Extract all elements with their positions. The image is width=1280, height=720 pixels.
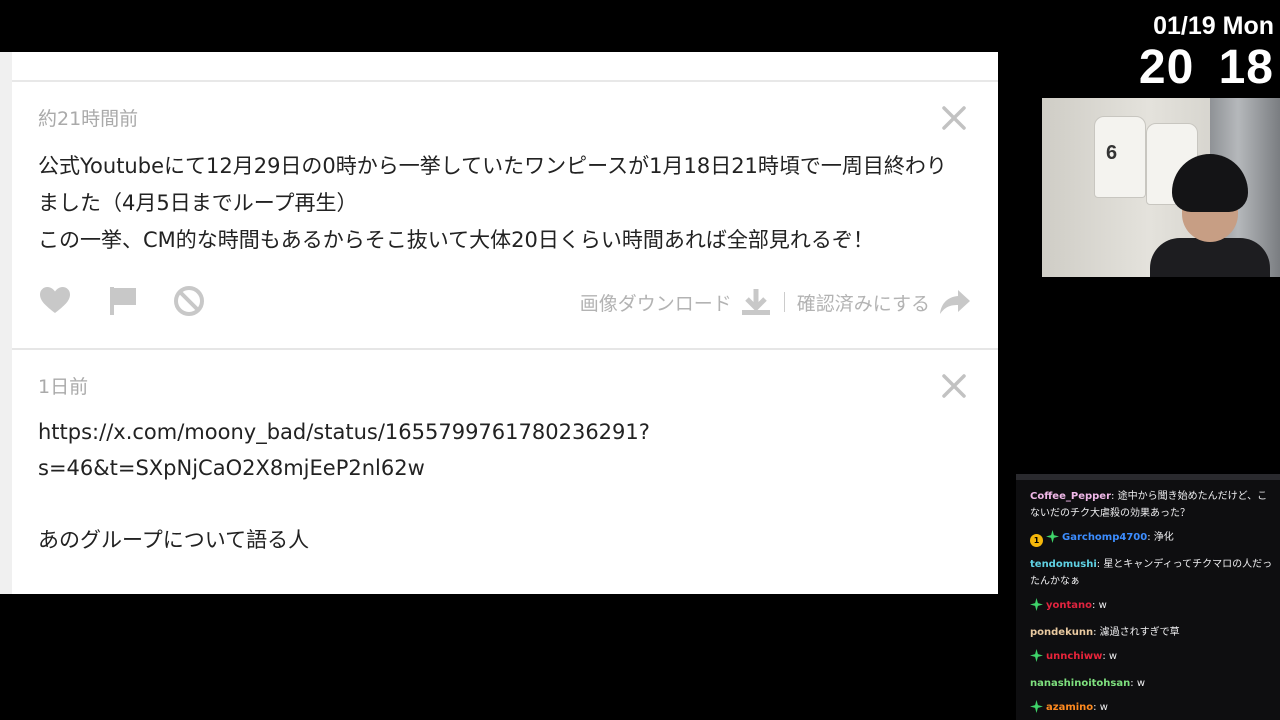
star-badge-icon [1030,700,1043,719]
chat-username[interactable]: yontano [1046,600,1092,611]
streamer-body [1150,238,1270,277]
chat-message: unnchiww: w [1030,648,1275,668]
chat-message: nanashinoitohsan: w [1030,675,1275,692]
browser-page: 約21時間前 公式Youtubeにて12月29日の0時から一挙していたワンピース… [0,52,998,594]
post-link[interactable]: s=46&t=SXpNjCaO2X8mjEeP2nl62w [38,450,978,486]
post-body: https://x.com/moony_bad/status/165579976… [38,414,978,558]
streamer-hair [1172,154,1248,212]
close-icon[interactable] [940,104,968,132]
image-download-link[interactable]: 画像ダウンロード [580,289,732,316]
chat-text: w [1099,702,1108,713]
heart-icon[interactable] [38,284,72,318]
chat-username[interactable]: tendomushi [1030,559,1097,570]
chat-message: azamino: w [1030,699,1275,719]
post-text-line: あのグループについて語る人 [38,528,310,552]
share-arrow-icon[interactable] [938,288,972,316]
webcam-feed: 6 [1042,98,1280,277]
webcam-jersey [1094,116,1146,198]
chat-text: w [1108,651,1118,662]
streamer [1150,154,1270,277]
subscriber-badge-icon: 1 [1030,534,1043,547]
previous-card-edge [12,52,998,82]
download-icon[interactable] [740,287,772,317]
action-divider [783,292,785,312]
post-action-links: 画像ダウンロード 確認済みにする [580,280,972,324]
post-text-line: この一挙、CM的な時間もあるからそこ抜いて大体20日くらい時間あれば全部見れるぞ… [38,228,874,252]
chat-message: pondekunn: 濾過されすぎで草 [1030,624,1275,641]
chat-username[interactable]: Coffee_Pepper [1030,491,1111,502]
chat-text: w [1136,678,1145,689]
post-text-line: ました（4月5日までループ再生） [38,191,358,215]
star-badge-icon [1046,530,1059,549]
chat-username[interactable]: unnchiww [1046,651,1102,662]
stream-chat: Coffee_Pepper: 途中から聞き始めたんだけど、こないだのチク大虐殺の… [1016,474,1280,720]
chat-text: 浄化 [1153,532,1174,543]
chat-message: 1 Garchomp4700: 浄化 [1030,529,1275,549]
post-text-line [38,486,978,522]
chat-message: yontano: w [1030,597,1275,617]
chat-username[interactable]: pondekunn [1030,627,1093,638]
chat-message: tendomushi: 星とキャンディってチクマロの人だったんかなぁ [1030,556,1275,590]
chat-username[interactable]: Garchomp4700 [1062,532,1147,543]
chat-text: 濾過されすぎで草 [1099,627,1180,638]
chat-message-list: Coffee_Pepper: 途中から聞き始めたんだけど、こないだのチク大虐殺の… [1030,488,1275,720]
clock-overlay: 01/19 Mon 20 18 [1139,10,1274,94]
jersey-number: 6 [1106,142,1118,164]
post-text-line: 公式Youtubeにて12月29日の0時から一挙していたワンピースが1月18日2… [38,154,947,178]
post-card: 1日前 https://x.com/moony_bad/status/16557… [12,350,998,594]
star-badge-icon [1030,598,1043,617]
post-link[interactable]: https://x.com/moony_bad/status/165579976… [38,414,978,450]
clock-time: 20 18 [1138,41,1274,94]
close-icon[interactable] [940,372,968,400]
post-time: 約21時間前 [38,108,139,130]
flag-icon[interactable] [106,284,140,318]
post-time: 1日前 [38,376,89,398]
mark-confirmed-link[interactable]: 確認済みにする [797,289,930,316]
post-body: 公式Youtubeにて12月29日の0時から一挙していたワンピースが1月18日2… [38,148,978,259]
clock-date: 01/19 Mon [1153,12,1274,40]
block-icon[interactable] [172,284,206,318]
chat-message: Coffee_Pepper: 途中から聞き始めたんだけど、こないだのチク大虐殺の… [1030,488,1275,522]
chat-username[interactable]: azamino [1046,702,1093,713]
post-actions: 画像ダウンロード 確認済みにする [38,280,972,324]
star-badge-icon [1030,649,1043,668]
chat-top-edge [1016,474,1280,480]
chat-username[interactable]: nanashinoitohsan [1030,678,1130,689]
chat-text: w [1098,600,1107,611]
post-card: 約21時間前 公式Youtubeにて12月29日の0時から一挙していたワンピース… [12,82,998,350]
